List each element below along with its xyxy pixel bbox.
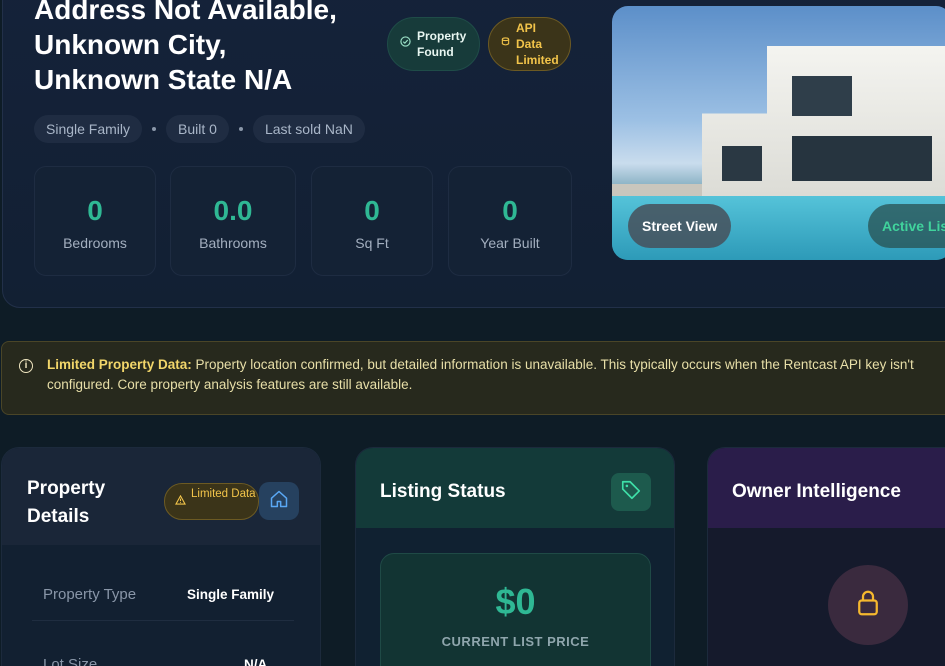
list-price-box: $0 CURRENT LIST PRICE xyxy=(380,553,651,666)
stat-label: Year Built xyxy=(480,235,540,251)
limited-data-banner: i Limited Property Data: Property locati… xyxy=(1,341,945,415)
lock-icon xyxy=(853,588,883,623)
stat-value: 0.0 xyxy=(213,195,253,226)
home-icon xyxy=(269,489,289,514)
info-icon: i xyxy=(19,359,33,373)
detail-value: Single Family xyxy=(187,587,275,602)
owner-intelligence-card: Owner Intelligence xyxy=(707,447,945,666)
card-title: Owner Intelligence xyxy=(732,481,901,502)
row-divider xyxy=(32,620,294,621)
stat-value: 0 xyxy=(502,195,518,226)
stat-bedrooms: 0 Bedrooms xyxy=(34,166,156,276)
list-price-value: $0 xyxy=(495,581,536,622)
stat-value: 0 xyxy=(364,195,380,226)
card-title: Property Details xyxy=(27,478,106,527)
stat-sqft: 0 Sq Ft xyxy=(311,166,433,276)
card-header: Listing Status xyxy=(356,448,674,528)
separator-dot xyxy=(238,127,243,131)
warning-icon xyxy=(175,494,186,510)
property-details-card: Property Details Limited Data Property T… xyxy=(1,447,321,666)
detail-label: Property Type xyxy=(43,586,137,603)
photo-window xyxy=(722,146,762,181)
property-photo[interactable]: Street View Active Listing xyxy=(612,6,945,260)
detail-value: N/A xyxy=(244,657,268,666)
street-view-button[interactable]: Street View xyxy=(628,204,732,248)
stat-year-built: 0 Year Built xyxy=(448,166,572,276)
last-sold-chip: Last sold NaN xyxy=(252,115,365,143)
check-circle-icon xyxy=(400,35,411,53)
detail-label: Lot Size xyxy=(43,656,98,666)
tag-icon-button[interactable] xyxy=(611,473,651,511)
active-listing-button[interactable]: Active Listing xyxy=(868,204,945,248)
property-address: Address Not Available, Unknown City, Unk… xyxy=(34,0,337,95)
separator-dot xyxy=(152,127,157,131)
card-header: Property Details Limited Data xyxy=(2,448,320,545)
api-limited-badge: API Data Limited xyxy=(488,17,571,71)
tag-icon xyxy=(620,479,642,506)
photo-window xyxy=(792,136,932,181)
card-title: Listing Status xyxy=(380,481,506,502)
property-found-label: Property Found xyxy=(417,29,467,59)
listing-status-card: Listing Status $0 CURRENT LIST PRICE xyxy=(355,447,675,666)
stat-label: Bedrooms xyxy=(63,235,127,251)
photo-window xyxy=(792,76,852,116)
list-price-label: CURRENT LIST PRICE xyxy=(441,634,590,649)
stat-label: Bathrooms xyxy=(199,235,267,251)
property-found-badge: Property Found xyxy=(387,17,480,71)
year-built-chip: Built 0 xyxy=(166,115,229,143)
limited-data-label: Limited Data xyxy=(191,488,256,500)
api-limited-label: API Data Limited xyxy=(516,21,559,67)
card-header: Owner Intelligence xyxy=(708,448,945,528)
banner-text: Limited Property Data: Property location… xyxy=(47,355,945,395)
stat-label: Sq Ft xyxy=(355,235,389,251)
locked-content-indicator xyxy=(828,565,908,645)
property-meta-row: Single Family Built 0 Last sold NaN xyxy=(34,115,365,143)
limited-data-badge: Limited Data xyxy=(164,483,259,520)
property-type-chip: Single Family xyxy=(34,115,143,143)
stat-value: 0 xyxy=(87,195,103,226)
banner-title: Limited Property Data: xyxy=(47,357,192,372)
home-icon-button[interactable] xyxy=(259,482,299,520)
database-icon xyxy=(501,36,510,52)
stat-bathrooms: 0.0 Bathrooms xyxy=(170,166,296,276)
